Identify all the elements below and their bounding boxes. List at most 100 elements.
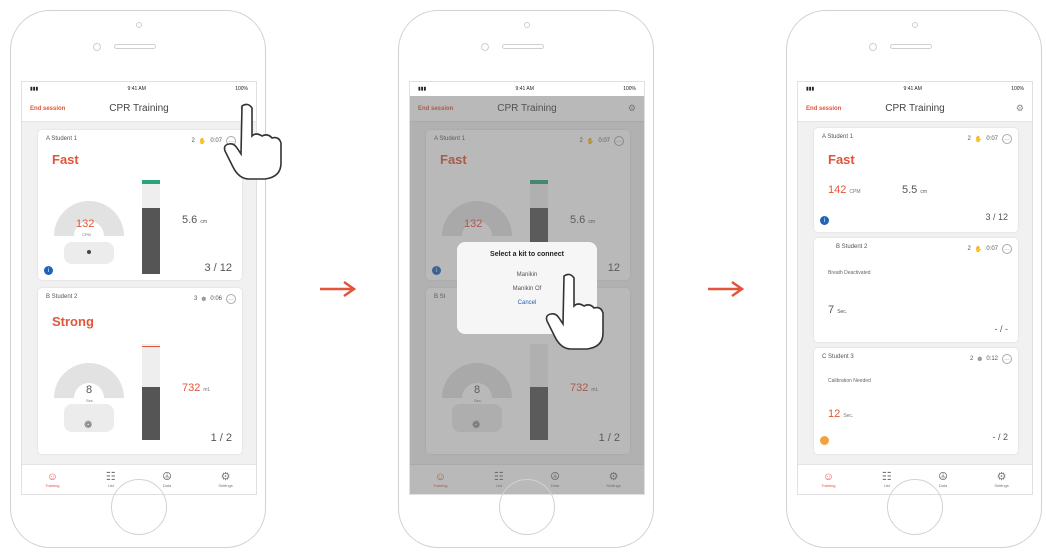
- flow-arrow-icon: [320, 280, 357, 298]
- more-icon[interactable]: …: [1002, 134, 1012, 144]
- cycle-count: - / 2: [992, 432, 1008, 442]
- student-card-a[interactable]: A Student 1 2 ✋ 0:07 … Fast 132 CPM 5.6 …: [38, 130, 242, 280]
- status-time: 9:41 AM: [903, 86, 922, 92]
- breath-count: 3: [193, 296, 198, 302]
- student-card-b[interactable]: B Student 2 2 ✋ 0:07 … Breath Deactivate…: [814, 238, 1018, 342]
- training-icon: ☺: [822, 471, 834, 483]
- lungs-icon: ❁: [977, 356, 983, 363]
- end-session-button[interactable]: End session: [806, 106, 841, 112]
- card-header: C Student 3 2 ❁ 0:12 …: [822, 354, 1012, 364]
- pointing-hand-icon: [545, 273, 604, 350]
- battery-level: 100%: [235, 86, 248, 92]
- status-bar: ▮▮▮ 9:41 AM 100%: [410, 82, 644, 96]
- seconds-value: 7 Sec.: [828, 304, 848, 316]
- compression-count: 2: [191, 138, 195, 144]
- cycle-count: 3 / 12: [204, 262, 232, 274]
- info-badge: i: [44, 266, 53, 275]
- camera-dot: [524, 22, 530, 28]
- list-icon: ☷: [881, 471, 892, 483]
- signal-icon: ▮▮▮: [30, 86, 39, 92]
- tab-data[interactable]: ☮ Data: [162, 471, 172, 488]
- elapsed-time: 0:07: [986, 246, 998, 252]
- tab-list[interactable]: ☷ List: [106, 471, 116, 488]
- hand-icon: ✋: [974, 136, 983, 143]
- front-camera-icon: [93, 43, 101, 51]
- cpm-unit: CPM: [82, 232, 91, 237]
- status-time: 9:41 AM: [515, 86, 534, 92]
- lungs-icon: ❁: [84, 420, 93, 431]
- data-icon: ☮: [938, 471, 948, 483]
- cycle-count: 3 / 12: [985, 212, 1008, 222]
- student-name: A Student 1: [822, 134, 854, 140]
- student-card-b[interactable]: B Student 2 3 ❁ 0:06 … Strong 8 Sec. ❁ 7…: [38, 288, 242, 454]
- manikin-icon[interactable]: ⚙: [1016, 103, 1024, 114]
- tab-training[interactable]: ☺ Training: [45, 471, 59, 488]
- phone-frame-1: ▮▮▮ 9:41 AM 100% End session CPR Trainin…: [10, 10, 266, 548]
- cpm-value: 142 CPM: [828, 184, 861, 196]
- pointing-hand-icon: [223, 103, 282, 180]
- card-header: A Student 1 2 ✋ 0:07 …: [46, 136, 236, 146]
- more-icon[interactable]: …: [1002, 354, 1012, 364]
- tab-data[interactable]: ☮ Data: [938, 471, 948, 488]
- front-camera-icon: [481, 43, 489, 51]
- tab-settings[interactable]: ⚙ Settings: [994, 471, 1008, 488]
- lungs-icon: ❁: [201, 296, 207, 303]
- tab-list[interactable]: ☷ List: [882, 471, 892, 488]
- home-button: [887, 479, 943, 535]
- student-name: B Student 2: [46, 294, 78, 300]
- compression-count: 2: [967, 136, 971, 142]
- info-badge: i: [820, 216, 829, 225]
- hand-icon: ✋: [198, 138, 207, 145]
- tab-training[interactable]: ☺ Training: [821, 471, 835, 488]
- compression-count: 2: [967, 246, 971, 252]
- depth-target-marker: [142, 180, 160, 184]
- student-name: A Student 1: [46, 136, 78, 142]
- cpm-value: 132: [76, 218, 95, 230]
- cycle-count: - / -: [994, 324, 1009, 334]
- list-icon: ☷: [105, 471, 116, 483]
- app-screen-3: ▮▮▮ 9:41 AM 100% End session CPR Trainin…: [797, 81, 1033, 495]
- signal-icon: ▮▮▮: [418, 86, 427, 92]
- depth-bar-fill: [142, 208, 160, 274]
- student-card-a[interactable]: A Student 1 2 ✋ 0:07 … Fast 142 CPM 5.5 …: [814, 128, 1018, 232]
- flow-arrow-icon: [708, 280, 745, 298]
- student-name: C Student 3: [822, 354, 854, 360]
- feedback-label: Fast: [52, 152, 79, 167]
- depth-bar: [142, 180, 160, 274]
- breath-count: 2: [969, 356, 974, 362]
- battery-level: 100%: [1011, 86, 1024, 92]
- training-icon: ☺: [46, 471, 58, 483]
- card-header: B Student 2 2 ✋ 0:07 …: [822, 244, 1012, 254]
- settings-icon: ⚙: [996, 471, 1007, 483]
- breath-cycle-count: 1 / 2: [210, 432, 232, 444]
- phone-frame-3: ▮▮▮ 9:41 AM 100% End session CPR Trainin…: [786, 10, 1042, 548]
- student-name: B Student 2: [836, 244, 868, 250]
- status-bar: ▮▮▮ 9:41 AM 100%: [22, 82, 256, 96]
- front-camera-icon: [869, 43, 877, 51]
- more-icon[interactable]: …: [226, 294, 236, 304]
- tab-settings[interactable]: ⚙ Settings: [218, 471, 232, 488]
- speaker-grille: [502, 44, 544, 49]
- card-header: A Student 1 2 ✋ 0:07 …: [822, 134, 1012, 144]
- speaker-grille: [114, 44, 156, 49]
- depth-value: 5.6 cm: [182, 214, 208, 226]
- seconds-unit: Sec.: [86, 398, 95, 403]
- status-bar: ▮▮▮ 9:41 AM 100%: [798, 82, 1032, 96]
- volume-target-marker: [142, 346, 160, 347]
- student-card-c[interactable]: C Student 3 2 ❁ 0:12 … Calibration Neede…: [814, 348, 1018, 454]
- more-icon[interactable]: …: [1002, 244, 1012, 254]
- end-session-button[interactable]: End session: [30, 106, 65, 112]
- data-icon: ☮: [162, 471, 172, 483]
- home-button: [499, 479, 555, 535]
- hand-icon: ✋: [974, 246, 983, 253]
- status-message: Calibration Needed: [828, 378, 871, 384]
- home-button: [111, 479, 167, 535]
- signal-icon: ▮▮▮: [806, 86, 815, 92]
- nav-bar: End session CPR Training ⚙: [798, 96, 1032, 122]
- camera-dot: [912, 22, 918, 28]
- feedback-label: Strong: [52, 314, 94, 329]
- depth-value: 5.5 cm: [902, 184, 928, 196]
- phone-frame-2: ▮▮▮ 9:41 AM 100% End session CPR Trainin…: [398, 10, 654, 548]
- seconds-value: 12 Sec.: [828, 408, 854, 420]
- speaker-grille: [890, 44, 932, 49]
